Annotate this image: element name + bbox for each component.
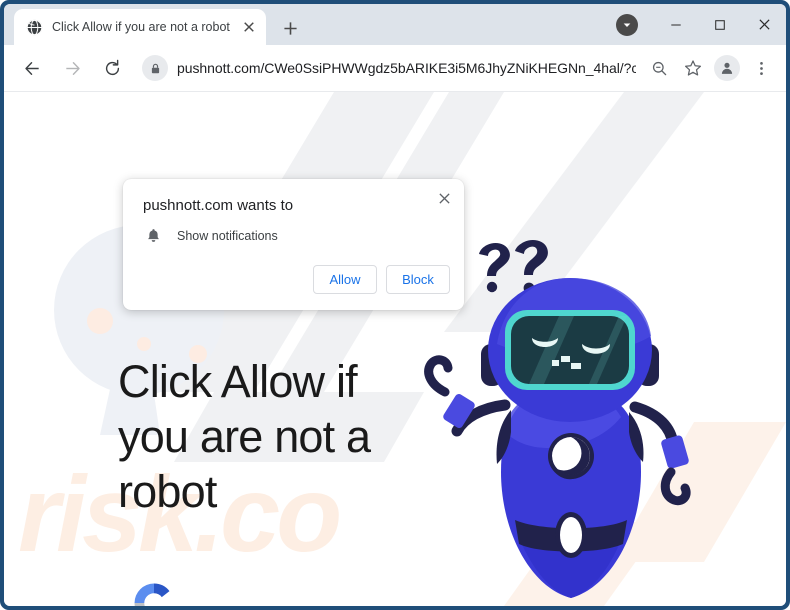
new-tab-button[interactable] — [276, 14, 304, 42]
search-zoom-icon[interactable] — [644, 53, 674, 83]
page-title: Click Allow if you are not a robot — [118, 356, 371, 517]
globe-icon — [26, 19, 43, 36]
close-icon[interactable] — [240, 18, 258, 36]
close-icon[interactable] — [434, 188, 454, 208]
notification-permission-dialog: pushnott.com wants to Show notifications… — [123, 179, 464, 310]
robot-chest-button — [548, 433, 594, 480]
ecaptcha-logo: E-CAPTCHA — [126, 580, 182, 606]
bell-icon — [145, 227, 162, 244]
dialog-title: pushnott.com wants to — [143, 197, 294, 214]
browser-window: Click Allow if you are not a robot pushn… — [0, 0, 790, 610]
back-button[interactable] — [16, 52, 48, 84]
avatar[interactable] — [714, 55, 740, 81]
allow-button[interactable]: Allow — [313, 265, 377, 294]
address-bar[interactable]: pushnott.com/CWe0SsiPHWWgdz5bARIKE3i5M6J… — [142, 53, 636, 83]
browser-tab-active[interactable]: Click Allow if you are not a robot — [14, 9, 266, 45]
robot-mascot — [424, 240, 691, 598]
close-button[interactable] — [742, 4, 786, 45]
star-icon[interactable] — [678, 53, 708, 83]
browser-window-inner: Click Allow if you are not a robot pushn… — [4, 4, 786, 606]
profile-dropdown-button[interactable] — [616, 13, 638, 36]
reload-button[interactable] — [96, 52, 128, 84]
tab-strip: Click Allow if you are not a robot — [4, 4, 786, 45]
permission-row: Show notifications — [145, 227, 278, 244]
maximize-button[interactable] — [698, 4, 742, 45]
window-controls — [616, 4, 786, 45]
tab-title: Click Allow if you are not a robot — [52, 20, 230, 34]
lock-icon[interactable] — [142, 55, 168, 81]
minimize-button[interactable] — [654, 4, 698, 45]
forward-button[interactable] — [56, 52, 88, 84]
permission-label: Show notifications — [177, 228, 278, 243]
browser-toolbar: pushnott.com/CWe0SsiPHWWgdz5bARIKE3i5M6J… — [4, 45, 786, 92]
page-viewport: risk.co Click Allow if you are not a rob… — [4, 92, 786, 606]
url-text[interactable]: pushnott.com/CWe0SsiPHWWgdz5bARIKE3i5M6J… — [177, 60, 636, 76]
dialog-actions: Allow Block — [313, 265, 450, 294]
block-button[interactable]: Block — [386, 265, 450, 294]
three-dot-menu-icon[interactable] — [746, 53, 776, 83]
ecaptcha-c-icon — [134, 583, 170, 606]
